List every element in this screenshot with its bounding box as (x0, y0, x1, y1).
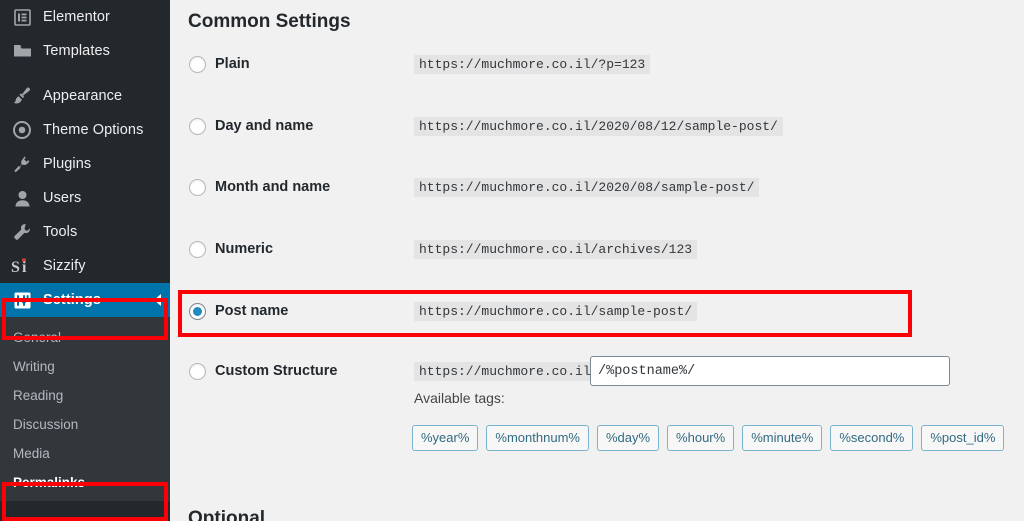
option-label: Numeric (215, 241, 274, 257)
sidebar-item-discussion[interactable]: Discussion (0, 410, 170, 439)
tag-button-post-id[interactable]: %post_id% (921, 425, 1005, 451)
sidebar-item-plugins[interactable]: Plugins (0, 147, 170, 181)
option-url-example: https://muchmore.co.il/2020/08/sample-po… (414, 177, 760, 197)
available-tags-label: Available tags: (414, 390, 505, 406)
sidebar-item-templates[interactable]: Templates (0, 34, 170, 68)
elementor-icon (11, 7, 33, 27)
available-tags-list: %year% %monthnum% %day% %hour% %minute% … (412, 425, 1005, 451)
sidebar-item-label: Plugins (43, 156, 92, 172)
sidebar-item-users[interactable]: Users (0, 181, 170, 215)
user-icon (11, 188, 33, 208)
sidebar-item-tools[interactable]: Tools (0, 215, 170, 249)
option-label: Plain (215, 56, 250, 72)
admin-sidebar: Elementor Templates Appearance Theme Opt… (0, 0, 170, 521)
wordpress-admin-screen: Elementor Templates Appearance Theme Opt… (0, 0, 1024, 521)
option-url-example: https://muchmore.co.il/?p=123 (414, 54, 651, 74)
sidebar-item-label: Tools (43, 224, 78, 240)
option-url-example: https://muchmore.co.il/sample-post/ (414, 301, 698, 321)
circle-target-icon (11, 120, 33, 140)
tag-button-second[interactable]: %second% (830, 425, 914, 451)
sidebar-item-label: Appearance (43, 88, 123, 104)
radio-post-name[interactable] (189, 302, 206, 320)
radio-numeric[interactable] (189, 240, 206, 258)
option-label: Day and name (215, 118, 314, 134)
option-url-example: https://muchmore.co.il/archives/123 (414, 239, 698, 259)
folder-icon (11, 41, 33, 61)
tag-button-day[interactable]: %day% (596, 425, 660, 451)
permalink-option-post-name[interactable]: Post name https://muchmore.co.il/sample-… (178, 296, 1024, 326)
radio-custom-structure[interactable] (189, 362, 206, 380)
settings-submenu: General Writing Reading Discussion Media… (0, 317, 170, 501)
permalink-option-month-and-name[interactable]: Month and name https://muchmore.co.il/20… (178, 172, 1024, 202)
sizzify-logo-icon: S i (11, 256, 33, 276)
custom-structure-input[interactable] (590, 356, 950, 386)
permalink-option-numeric[interactable]: Numeric https://muchmore.co.il/archives/… (178, 234, 1024, 264)
sidebar-item-writing[interactable]: Writing (0, 352, 170, 381)
wrench-icon (11, 222, 33, 242)
sidebar-item-appearance[interactable]: Appearance (0, 79, 170, 113)
sidebar-item-settings[interactable]: Settings (0, 283, 170, 317)
optional-heading: Optional (188, 507, 266, 521)
permalink-option-plain[interactable]: Plain https://muchmore.co.il/?p=123 (178, 49, 1024, 79)
chevron-left-icon[interactable] (154, 294, 161, 306)
option-url-prefix: https://muchmore.co.il (414, 361, 596, 381)
option-label: Custom Structure (215, 363, 338, 379)
sidebar-item-label: Theme Options (43, 122, 144, 138)
svg-text:S: S (11, 259, 20, 275)
sidebar-item-label: Elementor (43, 9, 110, 25)
permalink-option-day-and-name[interactable]: Day and name https://muchmore.co.il/2020… (178, 111, 1024, 141)
radio-month-and-name[interactable] (189, 178, 206, 196)
sidebar-separator (0, 68, 170, 79)
option-label: Month and name (215, 179, 331, 195)
sidebar-item-sizzify[interactable]: S i Sizzify (0, 249, 170, 283)
tag-button-hour[interactable]: %hour% (667, 425, 735, 451)
sidebar-item-reading[interactable]: Reading (0, 381, 170, 410)
tag-button-monthnum[interactable]: %monthnum% (486, 425, 589, 451)
radio-day-and-name[interactable] (189, 117, 206, 135)
option-label: Post name (215, 303, 289, 319)
tag-button-minute[interactable]: %minute% (742, 425, 823, 451)
sidebar-item-theme-options[interactable]: Theme Options (0, 113, 170, 147)
tag-button-year[interactable]: %year% (412, 425, 479, 451)
sidebar-item-label: Templates (43, 43, 110, 59)
sidebar-item-label: Settings (43, 292, 101, 308)
sidebar-item-label: Sizzify (43, 258, 86, 274)
sidebar-item-media[interactable]: Media (0, 439, 170, 468)
sidebar-item-label: Users (43, 190, 82, 206)
sidebar-item-general[interactable]: General (0, 323, 170, 352)
settings-sliders-icon (11, 290, 33, 310)
sidebar-item-elementor[interactable]: Elementor (0, 0, 170, 34)
plug-icon (11, 154, 33, 174)
option-url-example: https://muchmore.co.il/2020/08/12/sample… (414, 116, 783, 136)
paintbrush-icon (11, 86, 33, 106)
common-settings-heading: Common Settings (188, 10, 351, 32)
radio-plain[interactable] (189, 55, 206, 73)
permalink-settings-content: Common Settings Plain https://muchmore.c… (178, 0, 1024, 521)
sidebar-item-permalinks[interactable]: Permalinks (0, 468, 170, 497)
